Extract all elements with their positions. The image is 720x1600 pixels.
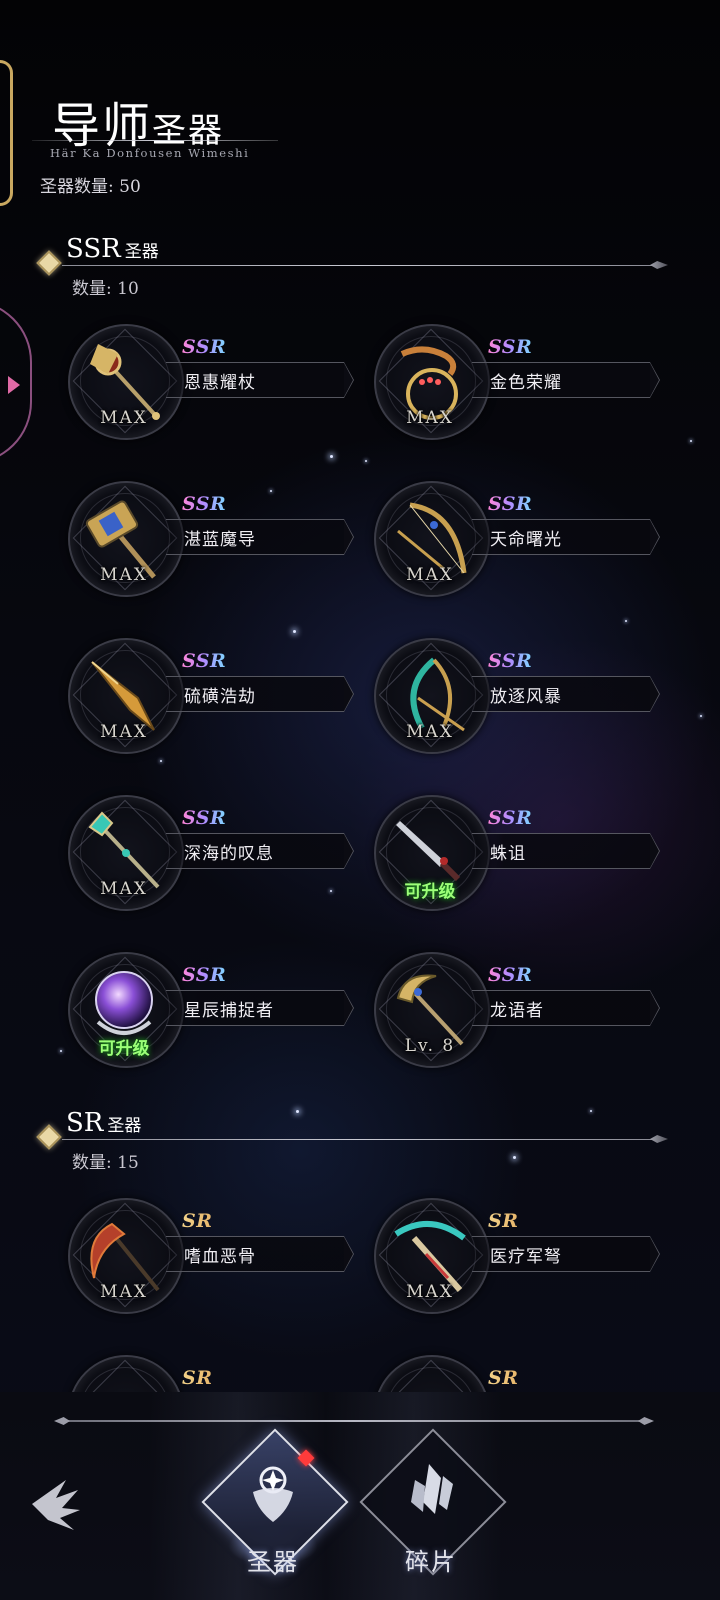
- artifact-card[interactable]: MAX SSR 深海的叹息: [68, 791, 368, 911]
- artifact-card[interactable]: MAX SSR 放逐风暴: [374, 634, 674, 754]
- artifact-name: 天命曙光: [490, 530, 562, 550]
- artifact-card[interactable]: MAX SSR 湛蓝魔导: [68, 477, 368, 597]
- rarity-badge: SSR: [488, 493, 533, 515]
- artifact-name: 放逐风暴: [490, 687, 562, 707]
- rarity-badge: SSR: [182, 336, 227, 358]
- tab-artifacts[interactable]: 圣器: [201, 1428, 349, 1580]
- rarity-badge: SR: [488, 1367, 519, 1389]
- artifact-level-status: MAX: [406, 408, 454, 428]
- rarity-badge: SSR: [182, 964, 227, 986]
- artifact-level-status: MAX: [406, 1282, 454, 1302]
- artifact-card[interactable]: Lv. 8 SSR 龙语者: [374, 948, 674, 1068]
- artifact-card[interactable]: MAX SSR 金色荣耀: [374, 320, 674, 440]
- artifact-name: 嗜血恶骨: [184, 1247, 256, 1267]
- section-header-sr: SR 圣器 数量: 15: [0, 1108, 720, 1173]
- rarity-badge: SSR: [488, 336, 533, 358]
- artifact-level-status: MAX: [100, 408, 148, 428]
- crystal-shards-icon: [411, 1464, 453, 1514]
- rarity-badge: SR: [182, 1210, 213, 1232]
- rarity-badge: SSR: [488, 650, 533, 672]
- artifact-card[interactable]: 可升级 SSR 星辰捕捉者: [68, 948, 368, 1068]
- artifact-name: 深海的叹息: [184, 844, 274, 864]
- title-divider: [32, 140, 278, 141]
- artifact-level-status: 可升级: [404, 882, 456, 902]
- section-count: 数量: 15: [72, 1153, 139, 1173]
- artifact-card[interactable]: MAX SR 医疗军弩: [374, 1194, 674, 1314]
- artifact-card[interactable]: MAX SSR 天命曙光: [374, 477, 674, 597]
- rarity-badge: SSR: [488, 807, 533, 829]
- artifact-level-status: MAX: [100, 879, 148, 899]
- artifact-level-status: MAX: [406, 565, 454, 585]
- artifact-total-count: 圣器数量: 50: [40, 177, 141, 197]
- rarity-badge: SSR: [182, 493, 227, 515]
- page-title-secondary: 圣器: [152, 111, 225, 151]
- section-divider: [62, 265, 654, 266]
- section-diamond-icon: [36, 250, 62, 276]
- tab-label: 圣器: [247, 1548, 299, 1576]
- rarity-badge: SR: [488, 1210, 519, 1232]
- artifact-name: 硫磺浩劫: [184, 687, 256, 707]
- side-panel-frame: [0, 60, 13, 206]
- artifact-card[interactable]: MAX SSR 恩惠耀杖: [68, 320, 368, 440]
- divider-tip: [650, 261, 668, 269]
- section-count: 数量: 10: [72, 279, 139, 299]
- rarity-badge: SSR: [182, 650, 227, 672]
- section-diamond-icon: [36, 1124, 62, 1150]
- artifact-name: 恩惠耀杖: [184, 373, 256, 393]
- artifact-emblem-icon: [253, 1466, 293, 1522]
- back-arrow-icon[interactable]: [26, 1468, 86, 1538]
- page-subtitle: Här Ka Donfousen Wimeshi: [50, 146, 250, 160]
- rarity-badge: SSR: [182, 807, 227, 829]
- tab-shards[interactable]: 碎片: [359, 1428, 507, 1580]
- section-title: SR 圣器: [66, 1108, 142, 1138]
- artifact-level-status: Lv. 8: [404, 1036, 456, 1056]
- artifact-level-status: MAX: [100, 722, 148, 742]
- section-divider: [62, 1139, 654, 1140]
- bottom-nav-bar: [0, 1392, 720, 1600]
- artifact-card[interactable]: 可升级 SSR 蛛诅: [374, 791, 674, 911]
- artifact-name: 星辰捕捉者: [184, 1001, 274, 1021]
- rarity-badge: SR: [182, 1367, 213, 1389]
- artifact-level-status: 可升级: [98, 1039, 150, 1059]
- tab-label: 碎片: [405, 1548, 457, 1576]
- artifact-name: 医疗军弩: [490, 1247, 562, 1267]
- artifact-level-status: MAX: [100, 1282, 148, 1302]
- bottom-divider: [60, 1420, 648, 1422]
- section-header-ssr: SSR 圣器 数量: 10: [0, 234, 720, 299]
- side-drawer-expand-icon[interactable]: [8, 376, 20, 394]
- artifact-name: 金色荣耀: [490, 373, 562, 393]
- artifact-level-status: MAX: [100, 565, 148, 585]
- artifact-card[interactable]: MAX SR 嗜血恶骨: [68, 1194, 368, 1314]
- artifact-level-status: MAX: [406, 722, 454, 742]
- section-title: SSR 圣器: [66, 234, 159, 264]
- artifact-name: 蛛诅: [490, 844, 526, 864]
- artifact-card[interactable]: MAX SSR 硫磺浩劫: [68, 634, 368, 754]
- rarity-badge: SSR: [488, 964, 533, 986]
- artifact-name: 湛蓝魔导: [184, 530, 256, 550]
- artifact-name: 龙语者: [490, 1001, 544, 1021]
- divider-tip: [650, 1135, 668, 1143]
